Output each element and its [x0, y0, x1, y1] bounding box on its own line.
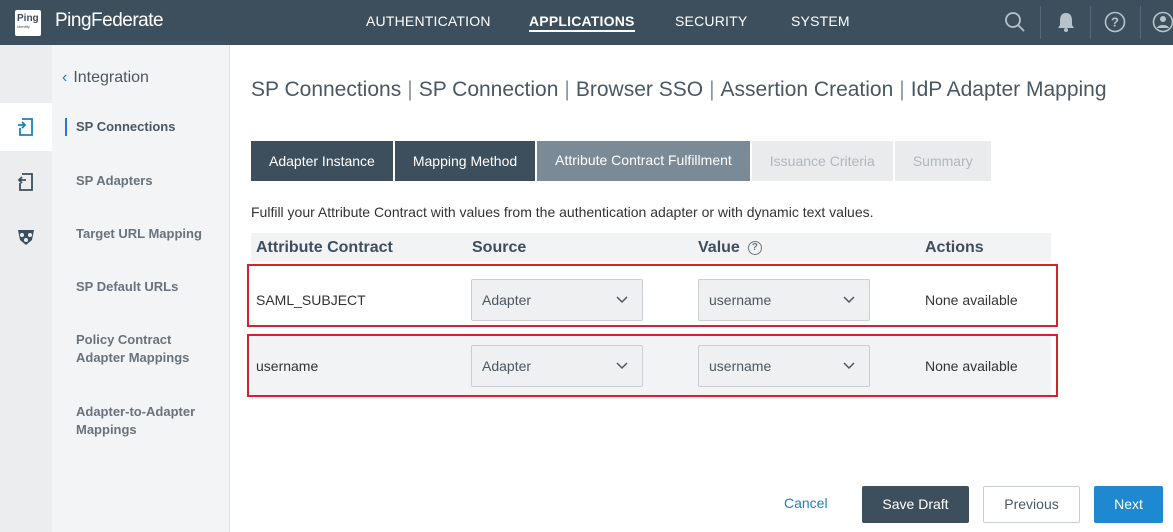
header-attribute-contract: Attribute Contract — [256, 239, 393, 256]
nav-divider — [1090, 6, 1091, 39]
network-shield-icon — [18, 230, 34, 245]
document-arrow-icon — [18, 118, 33, 136]
nav-divider — [1040, 6, 1041, 39]
icon-column — [0, 45, 52, 532]
document-arrow-icon — [17, 173, 33, 191]
page-description: Fulfill your Attribute Contract with val… — [251, 204, 874, 220]
highlight-box — [247, 264, 1058, 327]
cancel-button[interactable]: Cancel — [784, 495, 828, 511]
tab-attribute-contract-fulfillment[interactable]: Attribute Contract Fulfillment — [537, 141, 750, 181]
sidebar-item-sp-adapters[interactable]: SP Adapters — [76, 172, 226, 190]
sidebar-item-policy-contract-adapter-mappings[interactable]: Policy Contract Adapter Mappings — [76, 331, 201, 367]
nav-applications[interactable]: APPLICATIONS — [529, 13, 635, 32]
federation-nav-icon[interactable] — [0, 213, 52, 261]
next-button[interactable]: Next — [1094, 486, 1163, 523]
header-value: Value? — [698, 239, 762, 257]
nav-divider — [1140, 6, 1141, 39]
user-icon[interactable] — [1152, 11, 1173, 33]
sidebar-item-target-url-mapping[interactable]: Target URL Mapping — [76, 225, 226, 243]
bell-icon[interactable] — [1056, 11, 1076, 33]
ping-logo[interactable]: Ping Identity — [15, 10, 41, 36]
breadcrumb-separator: | — [564, 78, 570, 101]
highlight-box — [247, 334, 1058, 397]
nav-system[interactable]: SYSTEM — [791, 13, 850, 29]
breadcrumb-separator: | — [407, 78, 413, 101]
search-icon[interactable] — [1004, 11, 1026, 33]
logo-subtext: Identity — [17, 24, 30, 29]
tab-issuance-criteria: Issuance Criteria — [751, 141, 893, 181]
save-draft-button[interactable]: Save Draft — [862, 486, 969, 523]
breadcrumb-item[interactable]: Browser SSO — [576, 78, 703, 101]
breadcrumb-item[interactable]: Assertion Creation — [721, 78, 894, 101]
breadcrumb-separator: | — [709, 78, 715, 101]
sidebar-item-sp-connections[interactable]: SP Connections — [65, 118, 226, 136]
breadcrumb-separator: | — [899, 78, 905, 101]
breadcrumb: SP Connections | SP Connection | Browser SSO… — [251, 77, 1141, 102]
tab-summary: Summary — [894, 141, 991, 181]
logo-text: Ping — [17, 13, 39, 24]
sidebar-item-sp-default-urls[interactable]: SP Default URLs — [76, 278, 226, 296]
sidebar-back-label: Integration — [73, 69, 149, 86]
previous-button[interactable]: Previous — [983, 486, 1080, 523]
sidebar-back-link[interactable]: ‹ Integration — [62, 69, 149, 87]
sp-adapters-nav-icon[interactable] — [0, 158, 52, 206]
help-icon[interactable]: ? — [1104, 11, 1126, 33]
table-header: Attribute Contract Source Value? Actions — [251, 233, 1051, 262]
wizard-tabs: Adapter Instance Mapping Method Attribut… — [251, 141, 993, 181]
breadcrumb-item[interactable]: SP Connection — [419, 78, 559, 101]
breadcrumb-current: IdP Adapter Mapping — [910, 78, 1107, 101]
brand-name: PingFederate — [55, 10, 164, 31]
svg-text:?: ? — [1111, 15, 1119, 30]
sidebar-item-adapter-to-adapter-mappings[interactable]: Adapter-to-Adapter Mappings — [76, 403, 201, 439]
header-source: Source — [472, 239, 527, 256]
chevron-left-icon: ‹ — [62, 69, 68, 86]
top-nav: Ping Identity PingFederate AUTHENTICATIO… — [0, 0, 1173, 45]
sp-connections-nav-icon[interactable] — [0, 103, 52, 151]
sidebar: ‹ Integration SP Connections SP Adapters … — [52, 45, 230, 532]
tab-mapping-method[interactable]: Mapping Method — [394, 141, 536, 181]
breadcrumb-item[interactable]: SP Connections — [251, 78, 401, 101]
nav-security[interactable]: SECURITY — [675, 13, 747, 29]
header-actions: Actions — [925, 239, 984, 256]
header-value-label: Value — [698, 239, 740, 256]
tab-adapter-instance[interactable]: Adapter Instance — [251, 141, 393, 181]
question-icon[interactable]: ? — [747, 241, 762, 255]
nav-authentication[interactable]: AUTHENTICATION — [366, 13, 491, 29]
